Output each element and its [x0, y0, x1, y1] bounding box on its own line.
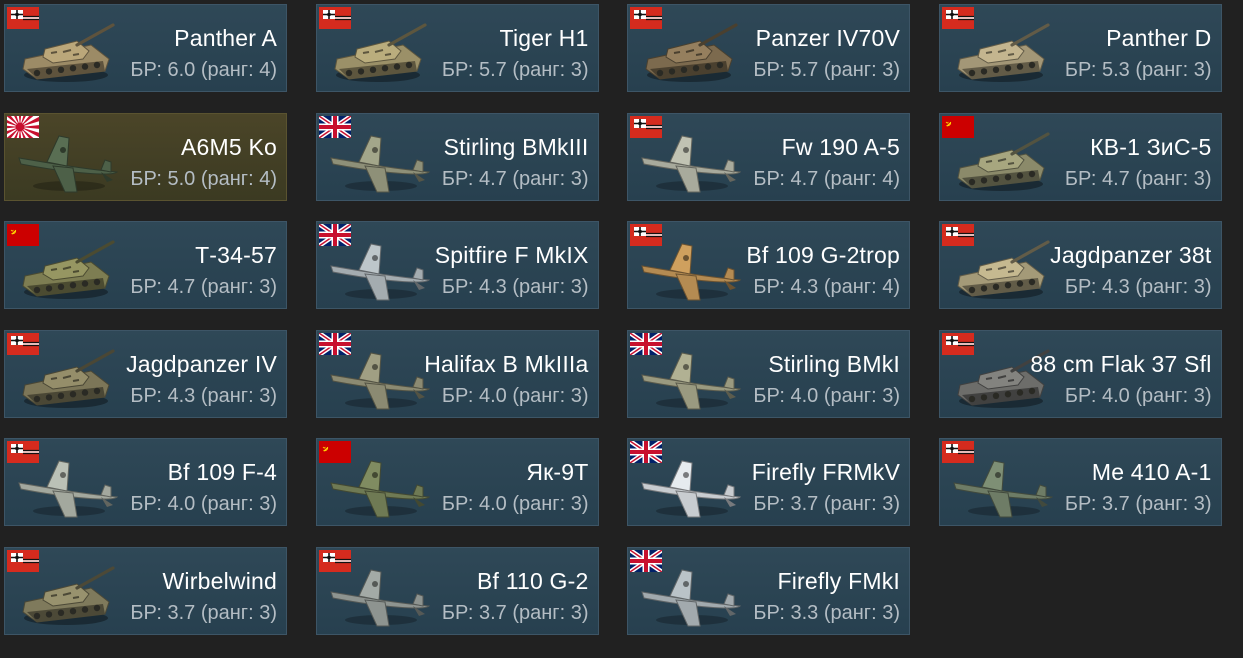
- vehicle-name: Firefly FRMkV: [751, 459, 900, 485]
- battle-rating: БР: 4.7 (ранг: 4): [753, 167, 900, 190]
- battle-rating: БР: 3.7 (ранг: 3): [441, 601, 589, 624]
- vehicle-name: Як-9Т: [526, 459, 589, 485]
- germany-flag-icon: [7, 7, 39, 29]
- vehicle-name: Spitfire F MkIX: [434, 242, 589, 268]
- vehicle-name: Wirbelwind: [162, 567, 277, 594]
- germany-flag-icon: [7, 441, 39, 463]
- germany-flag-icon: [630, 224, 662, 246]
- vehicle-name: Panther D: [1106, 25, 1212, 51]
- germany-flag-icon: [630, 7, 662, 29]
- vehicle-card[interactable]: A6M5 Ko БР: 5.0 (ранг: 4): [4, 112, 287, 201]
- vehicle-name: Tiger H1: [499, 25, 589, 51]
- battle-rating: БР: 5.7 (ранг: 3): [753, 59, 900, 81]
- vehicle-card[interactable]: Bf 110 G-2 БР: 3.7 (ранг: 3): [315, 546, 599, 635]
- battle-rating: БР: 4.3 (ранг: 3): [1064, 276, 1212, 298]
- vehicle-name: Panzer IV70V: [755, 25, 900, 51]
- uk-flag-icon: [318, 224, 351, 246]
- vehicle-name: Me 410 A-1: [1091, 459, 1212, 485]
- vehicle-card[interactable]: Me 410 A-1 БР: 3.7 (ранг: 3): [938, 438, 1222, 526]
- vehicle-name: Bf 110 G-2: [476, 567, 589, 594]
- vehicle-name: Bf 109 G-2trop: [746, 242, 900, 268]
- battle-rating: БР: 4.3 (ранг: 3): [441, 276, 589, 298]
- battle-rating: БР: 3.7 (ранг: 3): [130, 601, 277, 624]
- vehicle-card[interactable]: КВ-1 ЗиС-5 БР: 4.7 (ранг: 3): [938, 112, 1222, 201]
- battle-rating: БР: 4.3 (ранг: 4): [753, 276, 900, 298]
- vehicle-card[interactable]: Bf 109 G-2trop БР: 4.3 (ранг: 4): [627, 221, 910, 309]
- vehicle-grid: Panther A БР: 6.0 (ранг: 4) Tiger H1 БР: 5…: [0, 0, 1243, 658]
- vehicle-name: Stirling BMkIII: [443, 133, 589, 160]
- vehicle-name: КВ-1 ЗиС-5: [1090, 133, 1212, 160]
- germany-flag-icon: [7, 549, 39, 572]
- uk-flag-icon: [630, 441, 662, 463]
- uk-flag-icon: [630, 549, 662, 572]
- battle-rating: БР: 5.7 (ранг: 3): [441, 59, 589, 81]
- battle-rating: БР: 4.0 (ранг: 3): [1064, 384, 1212, 407]
- battle-rating: БР: 4.0 (ранг: 3): [753, 384, 900, 407]
- vehicle-card[interactable]: Т-34-57 БР: 4.7 (ранг: 3): [4, 221, 287, 309]
- battle-rating: БР: 3.7 (ранг: 3): [753, 493, 900, 515]
- vehicle-name: Firefly FMkI: [777, 567, 900, 594]
- vehicle-card[interactable]: 88 cm Flak 37 Sfl БР: 4.0 (ранг: 3): [938, 329, 1222, 418]
- ussr-flag-icon: [7, 224, 39, 246]
- battle-rating: БР: 4.0 (ранг: 3): [130, 493, 277, 515]
- battle-rating: БР: 4.0 (ранг: 3): [441, 493, 589, 515]
- uk-flag-icon: [630, 332, 662, 355]
- germany-flag-icon: [941, 7, 974, 29]
- germany-flag-icon: [630, 115, 662, 138]
- battle-rating: БР: 3.3 (ранг: 3): [753, 601, 900, 624]
- vehicle-card[interactable]: Wirbelwind БР: 3.7 (ранг: 3): [4, 546, 287, 635]
- vehicle-card[interactable]: Jagdpanzer 38t БР: 4.3 (ранг: 3): [938, 221, 1222, 309]
- vehicle-card[interactable]: Як-9Т БР: 4.0 (ранг: 3): [315, 438, 599, 526]
- vehicle-card[interactable]: Fw 190 A-5 БР: 4.7 (ранг: 4): [627, 112, 910, 201]
- vehicle-card[interactable]: Panther D БР: 5.3 (ранг: 3): [938, 4, 1222, 92]
- vehicle-card[interactable]: Panther A БР: 6.0 (ранг: 4): [4, 4, 287, 92]
- vehicle-name: Panther A: [174, 25, 277, 51]
- vehicle-card[interactable]: Firefly FMkI БР: 3.3 (ранг: 3): [627, 546, 910, 635]
- battle-rating: БР: 6.0 (ранг: 4): [130, 59, 277, 81]
- vehicle-card[interactable]: Tiger H1 БР: 5.7 (ранг: 3): [315, 4, 599, 92]
- vehicle-name: Jagdpanzer 38t: [1050, 242, 1212, 268]
- vehicle-name: Fw 190 A-5: [781, 133, 900, 160]
- uk-flag-icon: [318, 115, 351, 138]
- germany-flag-icon: [7, 332, 39, 355]
- battle-rating: БР: 5.3 (ранг: 3): [1064, 59, 1212, 81]
- battle-rating: БР: 4.7 (ранг: 3): [130, 276, 277, 298]
- germany-flag-icon: [941, 332, 974, 355]
- vehicle-name: Bf 109 F-4: [167, 459, 277, 485]
- battle-rating: БР: 4.0 (ранг: 3): [441, 384, 589, 407]
- vehicle-name: Jagdpanzer IV: [126, 350, 277, 377]
- vehicle-card[interactable]: Stirling BMkIII БР: 4.7 (ранг: 3): [315, 112, 599, 201]
- vehicle-name: Stirling BMkI: [768, 350, 900, 377]
- uk-flag-icon: [318, 332, 351, 355]
- battle-rating: БР: 4.7 (ранг: 3): [441, 167, 589, 190]
- battle-rating: БР: 4.3 (ранг: 3): [130, 384, 277, 407]
- ussr-flag-icon: [941, 115, 974, 138]
- vehicle-card[interactable]: Firefly FRMkV БР: 3.7 (ранг: 3): [627, 438, 910, 526]
- japan-flag-icon: [7, 115, 39, 138]
- battle-rating: БР: 3.7 (ранг: 3): [1064, 493, 1212, 515]
- battle-rating: БР: 5.0 (ранг: 4): [130, 167, 277, 190]
- vehicle-card[interactable]: Jagdpanzer IV БР: 4.3 (ранг: 3): [4, 329, 287, 418]
- vehicle-card[interactable]: Spitfire F MkIX БР: 4.3 (ранг: 3): [315, 221, 599, 309]
- vehicle-card[interactable]: Bf 109 F-4 БР: 4.0 (ранг: 3): [4, 438, 287, 526]
- battle-rating: БР: 4.7 (ранг: 3): [1064, 167, 1212, 190]
- vehicle-card[interactable]: Stirling BMkI БР: 4.0 (ранг: 3): [627, 329, 910, 418]
- vehicle-card[interactable]: Panzer IV70V БР: 5.7 (ранг: 3): [627, 4, 910, 92]
- vehicle-name: 88 cm Flak 37 Sfl: [1030, 350, 1212, 377]
- vehicle-card[interactable]: Halifax B MkIIIa БР: 4.0 (ранг: 3): [315, 329, 599, 418]
- vehicle-name: Halifax B MkIIIa: [424, 350, 589, 377]
- vehicle-name: Т-34-57: [195, 242, 277, 268]
- vehicle-name: A6M5 Ko: [180, 133, 277, 160]
- ussr-flag-icon: [318, 441, 351, 463]
- germany-flag-icon: [941, 224, 974, 246]
- germany-flag-icon: [318, 549, 351, 572]
- germany-flag-icon: [941, 441, 974, 463]
- germany-flag-icon: [318, 7, 351, 29]
